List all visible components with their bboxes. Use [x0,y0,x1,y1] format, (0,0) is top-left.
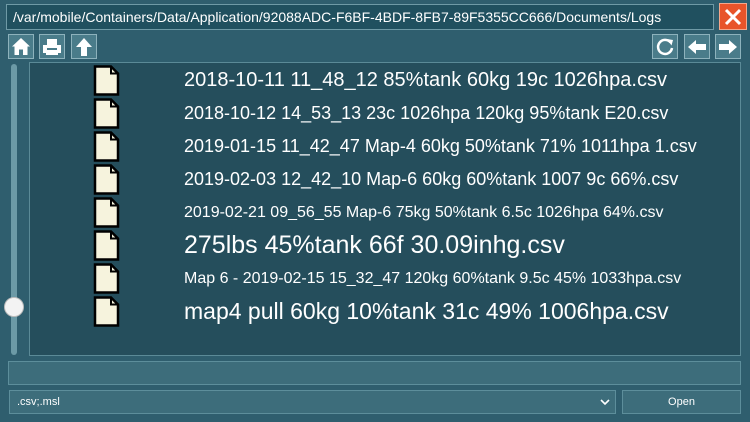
file-row[interactable]: 2019-02-21 09_56_55 Map-6 75kg 50%tank 6… [30,196,740,229]
file-icon [93,296,120,327]
open-button[interactable]: Open [622,390,741,414]
file-icon [93,230,120,261]
forward-button[interactable] [715,34,741,59]
close-button[interactable] [719,3,747,30]
filename-field[interactable] [8,361,741,385]
path-text: /var/mobile/Containers/Data/Application/… [13,9,662,25]
file-name: 2018-10-11 11_48_12 85%tank 60kg 19c 102… [184,69,667,91]
file-list[interactable]: 2018-10-11 11_48_12 85%tank 60kg 19c 102… [29,62,741,356]
drive-icon [43,38,61,55]
file-name: 2019-02-21 09_56_55 Map-6 75kg 50%tank 6… [184,204,664,221]
up-arrow-icon [76,37,92,56]
forward-arrow-icon [719,39,737,54]
file-row[interactable]: Map 6 - 2019-02-15 15_32_47 120kg 60%tan… [30,262,740,295]
file-name: map4 pull 60kg 10%tank 31c 49% 1006hpa.c… [184,298,669,324]
file-row[interactable]: 275lbs 45%tank 66f 30.09inhg.csv [30,229,740,262]
file-row[interactable]: 2019-02-03 12_42_10 Map-6 60kg 60%tank 1… [30,163,740,196]
file-name: 2019-01-15 11_42_47 Map-4 60kg 50%tank 7… [184,136,697,156]
file-row[interactable]: 2018-10-12 14_53_13 23c 1026hpa 120kg 95… [30,97,740,130]
drive-button[interactable] [39,34,65,59]
file-icon [93,197,120,228]
home-button[interactable] [8,34,34,59]
filter-value: .csv;.msl [17,396,60,408]
chevron-down-icon [600,399,610,406]
file-icon [93,263,120,294]
refresh-icon [656,38,674,55]
file-name: 2018-10-12 14_53_13 23c 1026hpa 120kg 95… [184,103,669,123]
file-type-filter[interactable]: .csv;.msl [9,390,616,414]
file-row[interactable]: 2019-01-15 11_42_47 Map-4 60kg 50%tank 7… [30,130,740,163]
file-name: 275lbs 45%tank 66f 30.09inhg.csv [184,231,565,259]
file-name: 2019-02-03 12_42_10 Map-6 60kg 60%tank 1… [184,169,679,189]
back-arrow-icon [688,39,706,54]
file-row[interactable]: 2018-10-11 11_48_12 85%tank 60kg 19c 102… [30,64,740,97]
file-icon [93,131,120,162]
home-icon [12,38,30,55]
close-icon [724,8,742,25]
scroll-slider-handle[interactable] [4,297,24,317]
file-row[interactable]: map4 pull 60kg 10%tank 31c 49% 1006hpa.c… [30,295,740,328]
file-icon [93,65,120,96]
back-button[interactable] [684,34,710,59]
refresh-button[interactable] [652,34,678,59]
file-name: Map 6 - 2019-02-15 15_32_47 120kg 60%tan… [184,270,682,287]
file-icon [93,164,120,195]
file-icon [93,98,120,129]
up-folder-button[interactable] [71,34,97,59]
path-bar[interactable]: /var/mobile/Containers/Data/Application/… [6,4,714,30]
